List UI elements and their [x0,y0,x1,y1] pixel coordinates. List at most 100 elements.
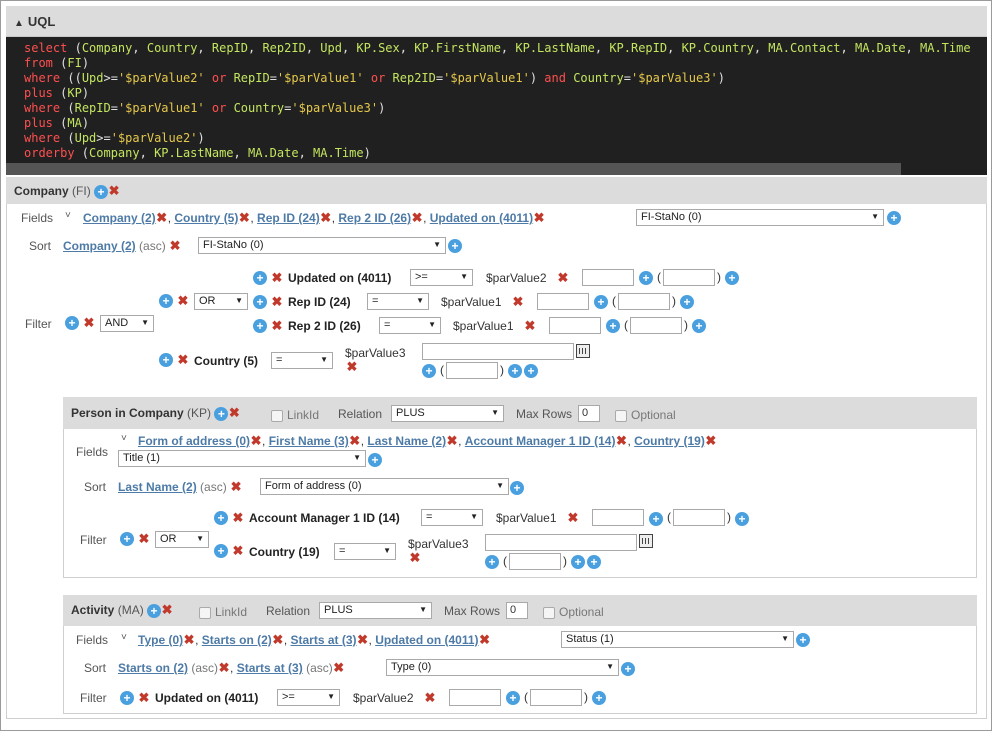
optional-checkbox[interactable] [543,606,555,619]
expand-fields-icon[interactable]: ˅ [121,433,127,444]
add-field-icon[interactable]: + [796,633,810,647]
field-link[interactable]: Company (2) [83,211,156,225]
condition-value-input[interactable] [485,534,637,551]
condition-operator-select[interactable]: = [271,352,333,369]
remove-condition-icon[interactable]: ✖ [271,295,283,308]
add-condition-icon[interactable]: + [120,691,134,705]
activity-sort-select[interactable]: Type (0) [386,659,619,676]
remove-person-icon[interactable]: ✖ [228,406,240,419]
filter-operator-select[interactable]: AND [100,315,154,332]
condition-operator-select[interactable]: = [421,509,483,526]
remove-condition-icon[interactable]: ✖ [232,511,244,524]
person-optional[interactable]: Optional [615,408,676,422]
sort-direction[interactable]: (asc) [306,661,333,675]
field-link[interactable]: Type (0) [138,633,183,647]
add-value-icon[interactable]: + [592,691,606,705]
remove-field-icon[interactable]: ✖ [357,633,369,646]
company-sort-select[interactable]: FI-StaNo (0) [198,237,446,254]
activity-fields-select[interactable]: Status (1) [561,631,794,648]
condition-value-input[interactable] [630,317,682,334]
add-field-icon[interactable]: + [887,211,901,225]
condition-value-input[interactable] [446,362,498,379]
condition-operator-select[interactable]: >= [410,269,473,286]
company-fields-select[interactable]: FI-StaNo (0) [636,209,884,226]
field-link[interactable]: Country (5) [174,211,238,225]
sort-field-link[interactable]: Company (2) [63,239,136,253]
condition-value-input[interactable] [549,317,601,334]
add-value-icon[interactable]: + [606,319,620,333]
remove-param-icon[interactable]: ✖ [512,295,524,308]
add-value-icon[interactable]: + [680,295,694,309]
remove-field-icon[interactable]: ✖ [156,211,168,224]
uql-code-view[interactable]: select (Company, Country, RepID, Rep2ID,… [6,37,987,175]
remove-field-icon[interactable]: ✖ [615,434,627,447]
add-sort-icon[interactable]: + [448,239,462,253]
filter-operator-select[interactable]: OR [155,531,209,548]
add-value-icon[interactable]: + [692,319,706,333]
calendar-icon[interactable] [576,344,590,358]
remove-param-icon[interactable]: ✖ [424,691,436,704]
add-activity-icon[interactable]: + [147,603,162,618]
add-condition-icon[interactable]: + [253,295,267,309]
add-value-icon[interactable]: + [735,512,749,526]
maxrows-input[interactable]: 0 [578,405,600,422]
remove-condition-icon[interactable]: ✖ [138,691,150,704]
add-condition-icon[interactable]: + [214,544,228,558]
add-value-icon[interactable]: + [485,555,499,569]
add-condition-icon[interactable]: + [159,353,173,367]
field-link[interactable]: Rep ID (24) [257,211,320,225]
remove-param-icon[interactable]: ✖ [524,319,536,332]
condition-value-input[interactable] [618,293,670,310]
remove-field-icon[interactable]: ✖ [183,633,195,646]
linkid-checkbox[interactable] [199,606,211,619]
field-link[interactable]: Rep 2 ID (26) [338,211,411,225]
field-link[interactable]: Form of address (0) [138,434,250,448]
condition-value-input[interactable] [530,689,582,706]
remove-sort-icon[interactable]: ✖ [230,480,242,493]
field-link[interactable]: Starts on (2) [202,633,272,647]
condition-operator-select[interactable]: = [379,317,441,334]
add-subgroup-icon[interactable]: + [159,294,173,308]
remove-field-icon[interactable]: ✖ [349,434,361,447]
remove-condition-icon[interactable]: ✖ [177,353,189,366]
add-company-icon[interactable]: + [94,184,109,199]
relation-select[interactable]: PLUS [391,405,504,422]
uql-header[interactable]: ▲ UQL [6,6,987,37]
field-link[interactable]: Country (19) [634,434,705,448]
add-field-icon[interactable]: + [368,453,382,467]
condition-operator-select[interactable]: = [367,293,429,310]
remove-field-icon[interactable]: ✖ [705,434,717,447]
add-value-icon[interactable]: + [594,295,608,309]
remove-filter-icon[interactable]: ✖ [83,316,95,329]
remove-activity-icon[interactable]: ✖ [161,603,173,616]
person-fields-select[interactable]: Title (1) [118,450,366,467]
remove-field-icon[interactable]: ✖ [479,633,491,646]
add-sort-icon[interactable]: + [510,481,524,495]
remove-field-icon[interactable]: ✖ [250,434,262,447]
add-value-icon[interactable]: + [508,364,522,378]
condition-value-input[interactable] [422,343,574,360]
subgroup-operator-select[interactable]: OR [194,293,248,310]
remove-subgroup-icon[interactable]: ✖ [177,294,189,307]
remove-field-icon[interactable]: ✖ [238,211,250,224]
remove-filter-icon[interactable]: ✖ [138,532,150,545]
add-filter-icon[interactable]: + [120,532,134,546]
remove-field-icon[interactable]: ✖ [533,211,545,224]
field-link[interactable]: Last Name (2) [367,434,446,448]
condition-operator-select[interactable]: = [334,543,396,560]
add-person-icon[interactable]: + [214,406,229,421]
remove-field-icon[interactable]: ✖ [272,633,284,646]
collapse-icon[interactable]: ▲ [14,18,24,29]
linkid-checkbox[interactable] [271,409,283,422]
condition-value-input[interactable] [449,689,501,706]
sort-direction[interactable]: (asc) [200,480,227,494]
field-link[interactable]: First Name (3) [269,434,349,448]
field-link[interactable]: Starts at (3) [290,633,356,647]
sort-field-link[interactable]: Starts on (2) [118,661,188,675]
optional-checkbox[interactable] [615,409,627,422]
sort-direction[interactable]: (asc) [139,239,166,253]
field-link[interactable]: Updated on (4011) [430,211,533,225]
add-value-icon[interactable]: + [639,271,653,285]
add-condition-icon[interactable]: + [214,511,228,525]
activity-linkid[interactable]: LinkId [199,605,247,619]
